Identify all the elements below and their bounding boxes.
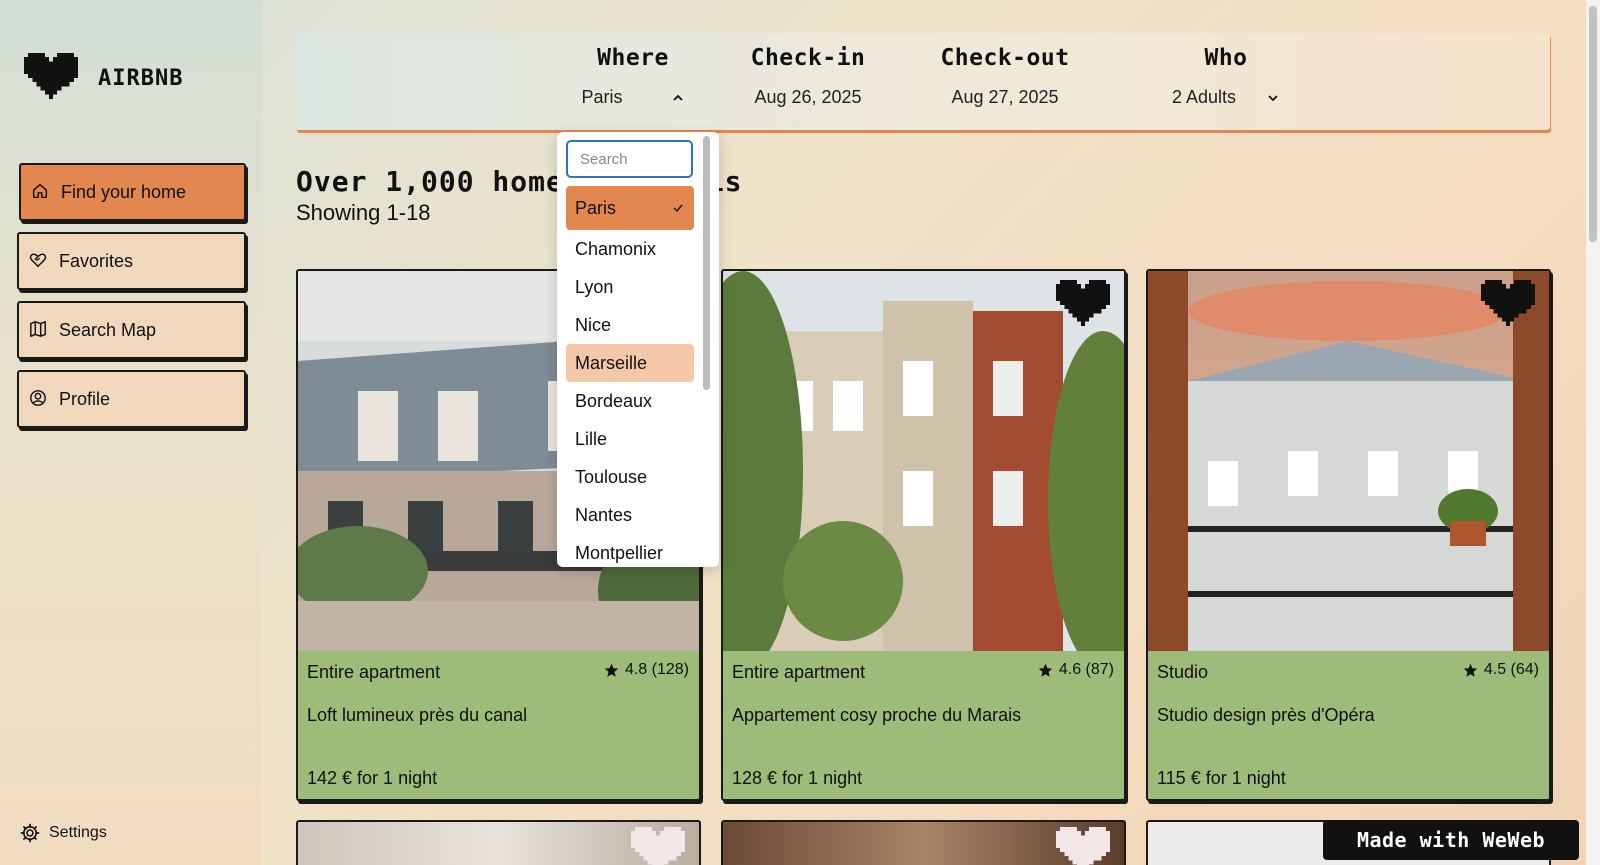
made-with-weweb-badge[interactable]: Made with WeWeb: [1323, 820, 1579, 860]
sidebar-item-find-your-home[interactable]: Find your home: [19, 163, 246, 221]
brand-name: AIRBNB: [98, 65, 184, 91]
option-label: Paris: [575, 197, 617, 218]
rating-value: 4.5 (64): [1483, 661, 1539, 678]
listing-photo: [1148, 271, 1549, 651]
option-label: Nice: [575, 314, 612, 335]
option-chamonix[interactable]: Chamonix: [566, 230, 694, 268]
sidebar-item-label: Search Map: [59, 319, 157, 340]
listing-type: Entire apartment: [307, 662, 441, 682]
option-label: Nantes: [575, 504, 633, 525]
gear-icon: [20, 823, 40, 843]
listing-price: 115 € for 1 night: [1157, 768, 1286, 788]
listing-price: 128 € for 1 night: [732, 768, 863, 788]
favorite-heart-icon[interactable]: [1056, 826, 1110, 865]
option-marseille[interactable]: Marseille: [566, 344, 694, 382]
checkin-label: Check-in: [750, 45, 866, 71]
option-label: Toulouse: [575, 466, 648, 487]
star-icon: [1038, 663, 1053, 677]
option-lille[interactable]: Lille: [566, 420, 694, 458]
user-circle-icon: [29, 389, 49, 409]
sidebar-nav: Find your home Favorites Search Map Prof…: [17, 163, 246, 439]
dropdown-scrollbar[interactable]: [703, 136, 710, 390]
favorite-heart-icon[interactable]: [1481, 279, 1535, 331]
option-nice[interactable]: Nice: [566, 306, 694, 344]
option-bordeaux[interactable]: Bordeaux: [566, 382, 694, 420]
option-label: Bordeaux: [575, 390, 653, 411]
checkin-field[interactable]: Check-in Aug 26, 2025: [736, 45, 880, 108]
sidebar-item-profile[interactable]: Profile: [17, 370, 246, 428]
favorite-heart-icon[interactable]: [631, 826, 685, 865]
check-icon: [673, 204, 683, 213]
results-count: Showing 1-18: [296, 200, 431, 225]
listing-card[interactable]: Studio 4.5 (64) Studio design près d'Opé…: [1146, 269, 1551, 801]
listing-type: Studio: [1157, 662, 1209, 682]
page-scrollbar[interactable]: [1586, 0, 1600, 865]
star-icon: [604, 663, 619, 677]
chevron-down-icon: [1268, 94, 1278, 101]
heart-handshake-icon: [29, 251, 49, 271]
option-label: Chamonix: [575, 238, 657, 259]
option-label: Lyon: [575, 276, 614, 297]
listing-title: Appartement cosy proche du Marais: [732, 705, 1022, 725]
listing-title: Loft lumineux près du canal: [307, 705, 528, 725]
sidebar-item-label: Find your home: [61, 181, 187, 202]
listing-info: Studio 4.5 (64) Studio design près d'Opé…: [1148, 651, 1549, 799]
dropdown-options: Paris Chamonix Lyon Nice Marseille Borde…: [566, 186, 694, 567]
search-bar: Where Paris Check-in Aug 26, 2025 Check-…: [296, 33, 1550, 130]
option-label: Marseille: [575, 352, 648, 373]
rating-value: 4.8 (128): [624, 661, 689, 678]
where-field[interactable]: Where Paris: [558, 45, 708, 108]
listing-card[interactable]: Entire apartment 4.6 (87) Appartement co…: [721, 269, 1126, 801]
home-icon: [31, 182, 51, 202]
listing-info: Entire apartment 4.8 (128) Loft lumineux…: [298, 651, 699, 799]
listing-photo: [723, 271, 1124, 651]
option-toulouse[interactable]: Toulouse: [566, 458, 694, 496]
sidebar-item-favorites[interactable]: Favorites: [17, 232, 246, 290]
checkout-label: Check-out: [940, 45, 1070, 71]
option-label: Lille: [575, 428, 608, 449]
star-icon: [1463, 663, 1478, 677]
dropdown-search-input[interactable]: [566, 140, 693, 178]
map-icon: [29, 320, 49, 340]
listing-price: 142 € for 1 night: [307, 768, 438, 788]
settings-link[interactable]: Settings: [20, 823, 107, 843]
where-dropdown: Paris Chamonix Lyon Nice Marseille Borde…: [557, 132, 719, 567]
listing-card-partial[interactable]: [296, 820, 701, 865]
where-label: Where: [597, 45, 669, 71]
option-label: Montpellier: [575, 542, 664, 563]
sidebar-item-label: Favorites: [59, 250, 134, 271]
sidebar: AIRBNB Find your home Favorites Search M…: [0, 0, 262, 865]
who-select[interactable]: 2 Adults: [1156, 87, 1296, 108]
rating-value: 4.6 (87): [1058, 661, 1114, 678]
chevron-up-icon: [672, 94, 683, 101]
listing-card-partial[interactable]: [721, 820, 1126, 865]
option-nantes[interactable]: Nantes: [566, 496, 694, 534]
listing-title: Studio design près d'Opéra: [1157, 705, 1375, 725]
checkout-field[interactable]: Check-out Aug 27, 2025: [920, 45, 1090, 108]
brand-logo[interactable]: AIRBNB: [24, 52, 183, 104]
checkin-value[interactable]: Aug 26, 2025: [736, 87, 880, 108]
sidebar-item-search-map[interactable]: Search Map: [17, 301, 246, 359]
who-field[interactable]: Who 2 Adults: [1156, 45, 1296, 108]
listing-rating: 4.5 (64): [1463, 661, 1539, 679]
listing-type: Entire apartment: [732, 662, 866, 682]
listing-info: Entire apartment 4.6 (87) Appartement co…: [723, 651, 1124, 799]
option-lyon[interactable]: Lyon: [566, 268, 694, 306]
settings-label: Settings: [49, 824, 107, 841]
listing-rating: 4.6 (87): [1038, 661, 1114, 679]
option-montpellier[interactable]: Montpellier: [566, 534, 694, 567]
pixel-heart-icon: [24, 53, 78, 99]
where-value: Paris: [581, 87, 623, 107]
where-select[interactable]: Paris: [558, 87, 708, 108]
checkout-value[interactable]: Aug 27, 2025: [920, 87, 1090, 108]
who-value: 2 Adults: [1171, 87, 1237, 107]
favorite-heart-icon[interactable]: [1056, 279, 1110, 331]
sidebar-item-label: Profile: [59, 388, 111, 409]
listing-rating: 4.8 (128): [604, 661, 689, 679]
page-scrollbar-thumb[interactable]: [1589, 6, 1597, 242]
who-label: Who: [1204, 45, 1248, 71]
option-paris[interactable]: Paris: [566, 186, 694, 230]
